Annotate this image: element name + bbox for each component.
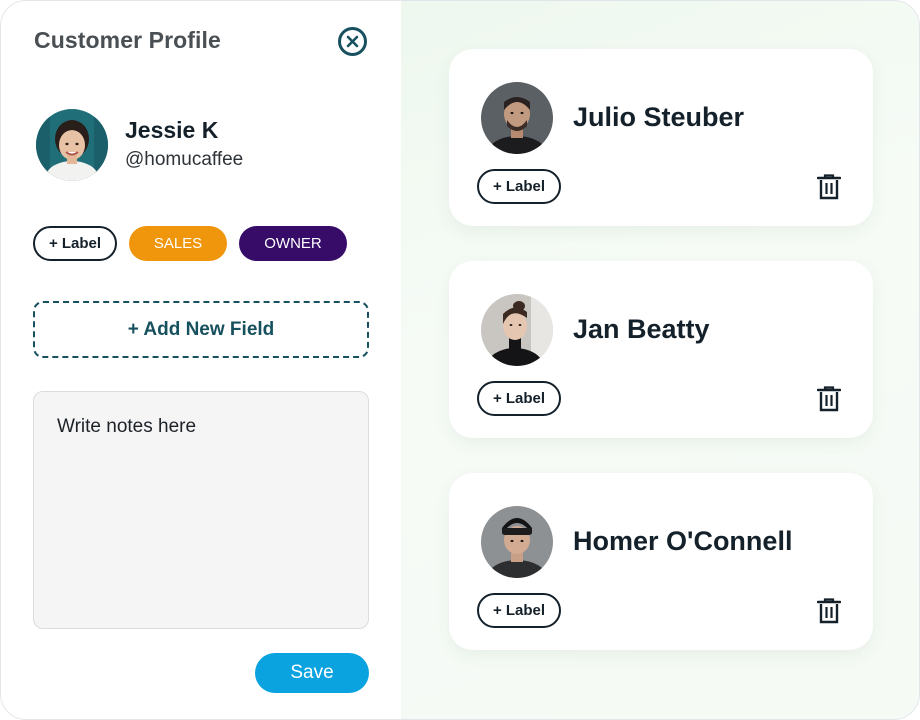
panel-title: Customer Profile	[34, 27, 221, 53]
profile-name: Jessie K	[125, 117, 219, 143]
profile-avatar	[36, 109, 108, 181]
close-button[interactable]	[338, 27, 367, 56]
notes-textarea[interactable]	[33, 391, 369, 629]
customer-profile-panel: Customer Profile Jessie K @homucaffee + …	[1, 1, 401, 719]
close-icon	[346, 35, 359, 48]
profile-handle: @homucaffee	[125, 149, 244, 170]
tag-sales[interactable]: SALES	[129, 226, 227, 261]
contact-name: Jan Beatty	[573, 314, 710, 344]
trash-icon[interactable]	[817, 386, 841, 412]
contact-card: Homer O'Connell + Label	[449, 473, 873, 650]
trash-icon[interactable]	[817, 174, 841, 200]
contact-avatar	[481, 82, 553, 154]
profile-tags: + Label SALES OWNER	[33, 226, 347, 261]
trash-icon[interactable]	[817, 598, 841, 624]
contact-card: Jan Beatty + Label	[449, 261, 873, 438]
contact-avatar	[481, 506, 553, 578]
contact-list: Julio Steuber + Label Jan Beatty + Label…	[401, 1, 919, 719]
add-label-button[interactable]: + Label	[477, 593, 561, 628]
save-button[interactable]: Save	[255, 653, 369, 693]
contact-name: Julio Steuber	[573, 102, 745, 132]
add-label-button[interactable]: + Label	[33, 226, 117, 261]
contact-avatar	[481, 294, 553, 366]
tag-owner[interactable]: OWNER	[239, 226, 347, 261]
app-frame: Customer Profile Jessie K @homucaffee + …	[0, 0, 920, 720]
contact-card: Julio Steuber + Label	[449, 49, 873, 226]
add-new-field-button[interactable]: + Add New Field	[33, 301, 369, 358]
add-label-button[interactable]: + Label	[477, 169, 561, 204]
add-label-button[interactable]: + Label	[477, 381, 561, 416]
contact-name: Homer O'Connell	[573, 526, 793, 556]
